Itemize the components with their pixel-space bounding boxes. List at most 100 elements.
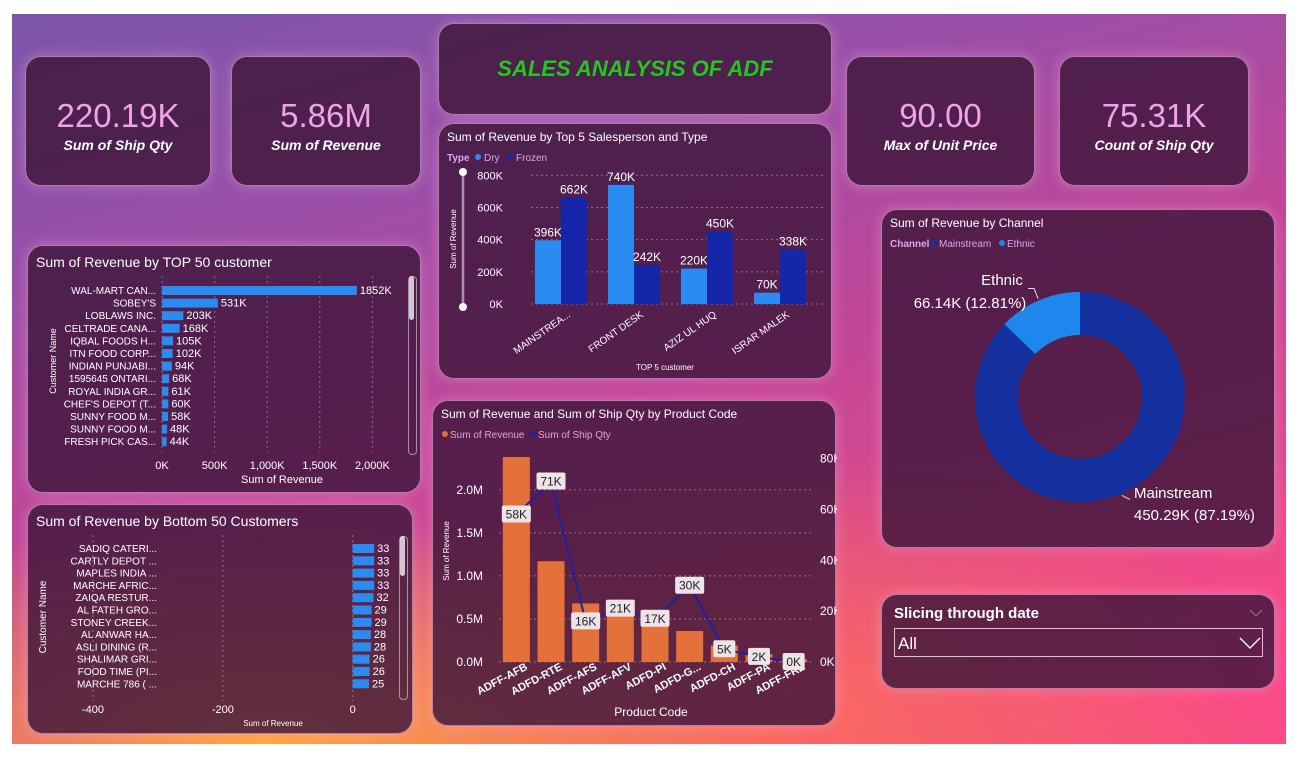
data-label: 338K <box>779 235 807 249</box>
category-label: MARCHE 786 ( ... <box>77 679 157 690</box>
data-label: 531K <box>221 298 247 310</box>
kpi-card-ship-qty[interactable]: 220.19K Sum of Ship Qty <box>25 56 211 186</box>
top50-chart-card[interactable]: Sum of Revenue by TOP 50 customer 0K 500K… <box>27 245 421 493</box>
bar <box>162 336 174 346</box>
kpi-card-revenue[interactable]: 5.86M Sum of Revenue <box>231 56 421 186</box>
data-label: 168K <box>183 323 209 335</box>
category-label: LOBLAWS INC. <box>85 311 156 322</box>
kpi-card-max-unit-price[interactable]: 90.00 Max of Unit Price <box>846 56 1035 186</box>
category-label: ROYAL INDIA GR... <box>68 387 156 398</box>
kpi-value: 90.00 <box>899 97 982 134</box>
data-label: 33 <box>377 555 389 567</box>
data-label: 29 <box>375 605 387 617</box>
legend-marker <box>475 154 481 160</box>
bar <box>561 197 587 304</box>
channel-donut-chart: Channel Mainstream Ethnic Mainstream 450.29K… <box>890 239 1255 524</box>
data-label: 220K <box>680 254 708 268</box>
chart-scrollbar-track[interactable] <box>408 276 417 455</box>
y-tick-label: 1.5M <box>456 526 483 540</box>
y-tick-label: 400K <box>477 235 503 247</box>
x-tick-label: FRONT DESK <box>587 309 646 355</box>
data-label: 21K <box>610 602 631 616</box>
chevron-down-icon[interactable] <box>1239 637 1261 649</box>
bar <box>780 249 806 304</box>
category-label: AL ANWAR HA... <box>81 630 157 641</box>
slice-label-value: 66.14K (12.81%) <box>914 295 1027 312</box>
data-label: 61K <box>171 386 191 398</box>
bar <box>162 298 218 308</box>
y-tick-label: 800K <box>477 170 503 182</box>
kpi-card-count-ship-qty[interactable]: 75.31K Count of Ship Qty <box>1059 56 1249 186</box>
y2-tick-label: 60K <box>820 502 837 516</box>
data-label: 105K <box>176 335 202 347</box>
x-axis-title: Product Code <box>614 705 688 719</box>
legend-title: Channel <box>890 239 930 250</box>
bottom50-chart-card[interactable]: Sum of Revenue by Bottom 50 Customers -4… <box>27 504 413 734</box>
legend-label: Ethnic <box>1007 239 1035 250</box>
data-label: 662K <box>560 182 588 196</box>
productcode-chart-card[interactable]: Sum of Revenue and Sum of Ship Qty by Pr… <box>432 400 837 726</box>
bar <box>352 642 371 652</box>
chevron-down-icon[interactable] <box>1249 609 1263 617</box>
bar <box>754 292 780 304</box>
leader-line <box>1028 288 1039 299</box>
date-slicer-card[interactable]: Slicing through date All <box>881 594 1275 689</box>
salesperson-chart-card[interactable]: Sum of Revenue by Top 5 Salesperson and … <box>438 123 832 379</box>
x-axis-title: TOP 5 customer <box>636 363 694 372</box>
category-label: ZAIQA RESTUR... <box>75 593 157 604</box>
data-label: 203K <box>186 310 212 322</box>
bar <box>537 561 565 662</box>
bar <box>162 323 180 333</box>
kpi-label: Count of Ship Qty <box>1094 137 1214 153</box>
bar <box>162 437 167 447</box>
legend-marker <box>442 431 448 437</box>
kpi-label: Max of Unit Price <box>883 137 998 153</box>
data-label: 396K <box>534 225 562 239</box>
data-label: 17K <box>644 612 665 626</box>
data-label: 68K <box>172 373 192 385</box>
y-axis-title: Sum of Revenue <box>442 521 451 581</box>
category-label: STONEY CREEK... <box>71 618 157 629</box>
y-axis-title: Sum of Revenue <box>449 209 458 269</box>
data-label: 450K <box>706 217 734 231</box>
data-label: 5K <box>717 642 732 656</box>
y-tick-label: 600K <box>477 202 503 214</box>
data-label: 33 <box>377 543 389 555</box>
bar <box>352 630 371 640</box>
legend-label: Mainstream <box>939 239 991 250</box>
y2-tick-label: 80K <box>820 452 837 466</box>
kpi-value: 75.31K <box>1101 97 1207 134</box>
y-tick-label: 0.0M <box>456 655 483 669</box>
data-label: 58K <box>506 508 527 522</box>
y-tick-label: 0.5M <box>456 612 483 626</box>
bar <box>162 374 170 384</box>
category-label: INDIAN PUNJABI... <box>69 362 156 373</box>
category-label: IQBAL FOODS H... <box>70 336 156 347</box>
data-label: 48K <box>170 424 190 436</box>
bar <box>352 580 375 590</box>
bar <box>162 399 169 409</box>
data-label: 32 <box>377 592 389 604</box>
page-title: SALES ANALYSIS OF ADF <box>497 56 773 81</box>
chart-scrollbar[interactable] <box>400 536 405 576</box>
bar <box>352 556 375 566</box>
x-tick-label: 0 <box>350 704 356 716</box>
y-tick-label: 1.0M <box>456 569 483 583</box>
data-label: 33 <box>377 580 389 592</box>
legend-label: Sum of Revenue <box>450 430 525 441</box>
channel-chart-card[interactable]: Sum of Revenue by Channel Channel Mainstr… <box>881 209 1275 548</box>
bar <box>641 624 669 662</box>
data-label: 16K <box>575 614 596 628</box>
data-label: 71K <box>540 475 561 489</box>
slice-label-name: Ethnic <box>981 272 1023 289</box>
slicer-title: Slicing through date <box>894 605 1039 622</box>
date-dropdown[interactable]: All <box>894 628 1263 657</box>
bar <box>707 231 733 304</box>
data-label: 60K <box>171 398 191 410</box>
data-label: 1852K <box>360 285 392 297</box>
bar <box>352 544 375 553</box>
category-label: SOBEY'S <box>113 299 156 310</box>
category-label: FRESH PICK CAS... <box>64 437 156 448</box>
data-label: 28 <box>374 641 386 653</box>
bar <box>162 361 172 371</box>
